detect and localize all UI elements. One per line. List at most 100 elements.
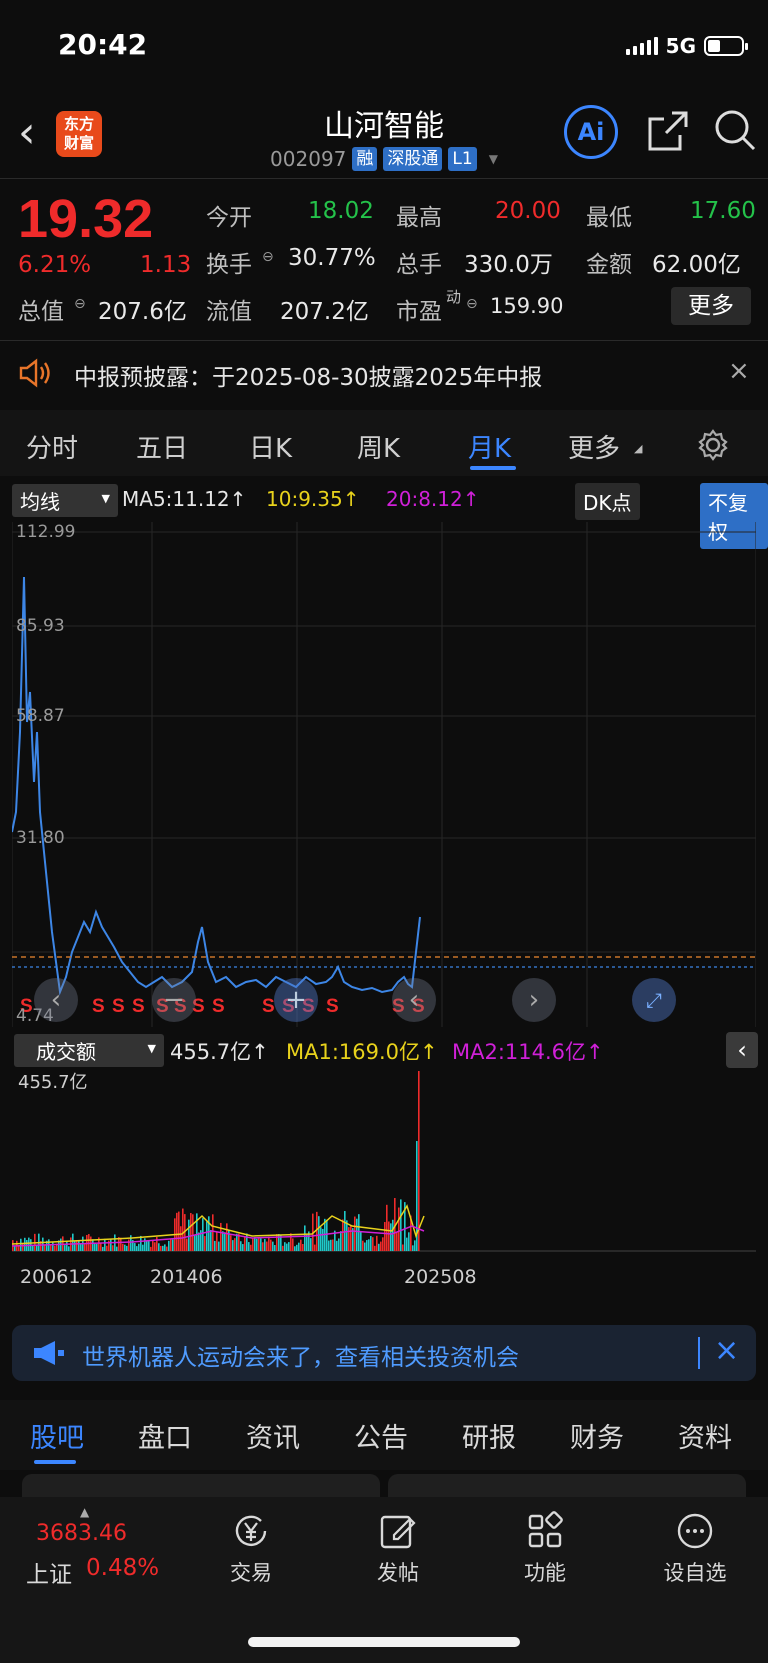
- current-price: 19.32: [18, 189, 154, 249]
- nav-trade[interactable]: 交易: [196, 1511, 306, 1587]
- speaker-icon: [18, 358, 52, 392]
- volume-bar: [142, 1244, 144, 1251]
- volume-bar: [188, 1219, 190, 1251]
- fullscreen-icon[interactable]: ⤢: [632, 978, 676, 1022]
- index-name[interactable]: 上证: [26, 1555, 72, 1589]
- volume-bar: [120, 1237, 122, 1251]
- volume-bar: [406, 1237, 408, 1251]
- tab-more[interactable]: 更多: [568, 428, 620, 465]
- chevron-left-icon[interactable]: ‹: [34, 978, 78, 1022]
- volume-bar: [288, 1242, 290, 1251]
- post-card-partial[interactable]: [388, 1474, 746, 1498]
- volume-bar: [414, 1240, 416, 1251]
- tab-announcements[interactable]: 公告: [354, 1416, 408, 1455]
- volume-bar: [246, 1233, 248, 1251]
- volume-bar: [274, 1245, 276, 1251]
- volume-bar: [156, 1236, 158, 1251]
- post-card-partial[interactable]: [22, 1474, 380, 1498]
- chevron-down-icon: ▼: [147, 1042, 156, 1055]
- volume-bar: [226, 1223, 228, 1251]
- battery-icon: [704, 36, 748, 56]
- volume-bar: [398, 1207, 400, 1251]
- tab-forum[interactable]: 股吧: [30, 1416, 84, 1455]
- tab-five-day[interactable]: 五日: [136, 428, 188, 465]
- tab-intraday[interactable]: 分时: [26, 428, 78, 465]
- nav-watchlist[interactable]: 设自选: [640, 1511, 750, 1587]
- sell-marker: S: [262, 996, 275, 1017]
- ai-button[interactable]: Ai: [564, 105, 618, 159]
- volume-bar: [162, 1245, 164, 1251]
- volume-bar: [234, 1238, 236, 1251]
- mktcap-label: 总值: [18, 299, 64, 325]
- close-icon[interactable]: ×: [714, 1333, 739, 1368]
- volume-bar: [88, 1234, 90, 1251]
- vol-ma2: MA2:114.6亿↑: [452, 1040, 604, 1064]
- volume-bar: [20, 1238, 22, 1251]
- tab-monthly-k[interactable]: 月K: [468, 428, 511, 465]
- volume-bar: [102, 1246, 104, 1251]
- chevron-left-icon[interactable]: ‹: [392, 978, 436, 1022]
- tab-daily-k[interactable]: 日K: [249, 428, 292, 465]
- indicator-dropdown[interactable]: 均线 ▼: [12, 484, 118, 517]
- volume-chart[interactable]: 455.7亿: [11, 1066, 756, 1256]
- tab-orderbook[interactable]: 盘口: [138, 1416, 192, 1455]
- collapse-icon[interactable]: ‹: [726, 1032, 758, 1068]
- volume-bar: [298, 1242, 300, 1251]
- volume-bar: [236, 1233, 238, 1251]
- volume-bar: [96, 1243, 98, 1251]
- volume-bar: [306, 1234, 308, 1251]
- volume-bar: [74, 1240, 76, 1251]
- zoom-in-icon[interactable]: +: [274, 978, 318, 1022]
- search-icon[interactable]: [712, 107, 758, 157]
- volume-bar: [418, 1071, 420, 1251]
- chevron-right-icon[interactable]: ›: [512, 978, 556, 1022]
- volume-bar: [374, 1245, 376, 1251]
- volume-dropdown[interactable]: 成交额 ▼: [14, 1034, 164, 1067]
- volume-bar: [196, 1213, 198, 1251]
- volume-bar: [360, 1231, 362, 1251]
- tab-finance[interactable]: 财务: [570, 1416, 624, 1455]
- nav-post[interactable]: 发帖: [343, 1511, 453, 1587]
- settings-gear-icon[interactable]: [696, 428, 730, 466]
- ma10-value: 10:9.35↑: [266, 487, 360, 511]
- nav-functions[interactable]: 功能: [490, 1511, 600, 1587]
- nav-functions-label: 功能: [524, 1561, 566, 1585]
- index-pct[interactable]: 0.48%: [86, 1555, 159, 1581]
- volume-bar: [146, 1241, 148, 1251]
- dk-point-button[interactable]: DK点: [575, 483, 640, 520]
- tab-weekly-k[interactable]: 周K: [357, 428, 400, 465]
- close-icon[interactable]: ×: [728, 356, 750, 386]
- more-button[interactable]: 更多: [671, 287, 751, 325]
- chevron-down-icon: ▼: [488, 152, 498, 166]
- volume-bar: [192, 1214, 194, 1251]
- notice-bar[interactable]: 中报预披露：于2025-08-30披露2025年中报 ×: [0, 342, 768, 404]
- volume-bar: [258, 1237, 260, 1251]
- sell-marker: S: [92, 996, 105, 1017]
- info-icon[interactable]: ⊖: [262, 249, 274, 265]
- volume-bar: [342, 1219, 344, 1251]
- info-icon[interactable]: ⊖: [466, 296, 478, 312]
- volume-bar: [64, 1245, 66, 1251]
- share-icon[interactable]: [646, 109, 690, 157]
- tab-news[interactable]: 资讯: [246, 1416, 300, 1455]
- volume-bar: [68, 1246, 70, 1251]
- volume-bar: [344, 1211, 346, 1251]
- info-icon[interactable]: ⊖: [74, 296, 86, 312]
- status-bar-right: 5G: [625, 34, 748, 58]
- volume-bar: [268, 1236, 270, 1251]
- volume-bar: [356, 1218, 358, 1251]
- tab-profile[interactable]: 资料: [678, 1416, 732, 1455]
- promo-banner[interactable]: 世界机器人运动会来了，查看相关投资机会 ×: [12, 1325, 756, 1381]
- sell-marker: S: [132, 996, 145, 1017]
- index-value[interactable]: 3683.46: [36, 1521, 127, 1546]
- tab-reports[interactable]: 研报: [462, 1416, 516, 1455]
- price-chart[interactable]: SSSSSSSSSSSSSS 112.99 85.93 58.87 31.80 …: [11, 522, 757, 1027]
- volume-bar: [168, 1240, 170, 1251]
- price-change: 1.13: [140, 252, 192, 278]
- volume-bar: [222, 1231, 224, 1251]
- high-value: 20.00: [495, 198, 561, 224]
- volume-bar: [152, 1240, 154, 1251]
- volume-value: 455.7亿↑: [170, 1040, 269, 1064]
- volume-bar: [376, 1235, 378, 1251]
- zoom-out-icon[interactable]: −: [152, 978, 196, 1022]
